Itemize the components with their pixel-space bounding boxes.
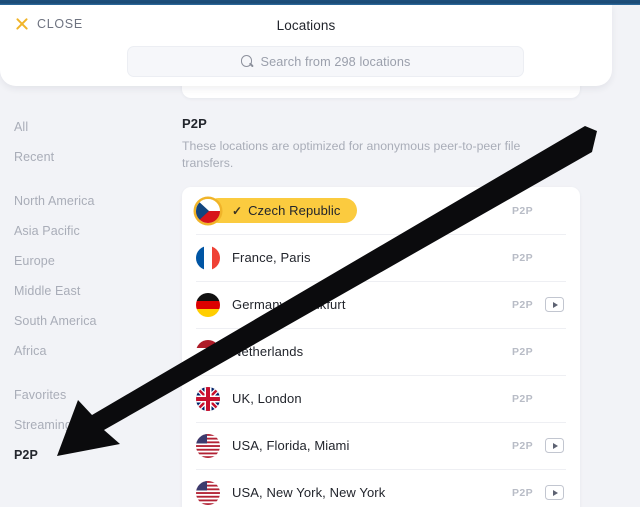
flag-germany-icon <box>196 292 220 317</box>
search-icon <box>240 55 254 68</box>
sidebar-divider-2 <box>0 366 170 380</box>
location-row-uk-london[interactable]: UK, London P2P <box>182 375 580 422</box>
locations-window: All Recent North America Asia Pacific Eu… <box>0 0 640 507</box>
sidebar-item-middle-east[interactable]: Middle East <box>0 276 170 306</box>
page-title: Locations <box>276 18 336 33</box>
location-row-czech-republic[interactable]: ✓ Czech Republic P2P <box>182 187 580 234</box>
sidebar-divider-1 <box>0 172 170 186</box>
section-description: These locations are optimized for anonym… <box>182 139 521 170</box>
streaming-icon[interactable] <box>545 485 564 500</box>
location-row-netherlands[interactable]: Netherlands P2P <box>182 328 580 375</box>
flag-usa-icon <box>196 480 220 505</box>
locations-header-panel: CLOSE Locations Search from 298 location… <box>0 4 612 86</box>
location-name: USA, New York, New York <box>232 485 386 500</box>
section-title: P2P <box>182 116 207 131</box>
locations-list-card: ✓ Czech Republic P2P France, Paris P2P G… <box>182 187 580 507</box>
sidebar-item-all[interactable]: All <box>0 112 170 142</box>
location-row-germany-frankfurt[interactable]: Germany, Frankfurt P2P <box>182 281 580 328</box>
p2p-tag: P2P <box>511 251 533 264</box>
p2p-tag: P2P <box>511 486 533 499</box>
sidebar-item-favorites[interactable]: Favorites <box>0 380 170 410</box>
sidebar-item-recent[interactable]: Recent <box>0 142 170 172</box>
location-name: Czech Republic <box>248 203 341 218</box>
window-title-bar <box>0 0 640 5</box>
location-name: Netherlands <box>232 344 304 359</box>
p2p-tag: P2P <box>511 204 533 217</box>
location-name: UK, London <box>232 391 302 406</box>
location-row-usa-new-york[interactable]: USA, New York, New York P2P <box>182 469 580 507</box>
sidebar-item-streaming[interactable]: Streaming <box>0 410 170 440</box>
category-sidebar: All Recent North America Asia Pacific Eu… <box>0 112 170 470</box>
flag-netherlands-icon <box>196 339 220 364</box>
check-icon: ✓ <box>232 203 243 218</box>
search-input[interactable]: Search from 298 locations <box>127 46 524 77</box>
sidebar-item-asia-pacific[interactable]: Asia Pacific <box>0 216 170 246</box>
selected-location-pill: ✓ Czech Republic <box>206 198 357 223</box>
flag-france-icon <box>196 245 220 270</box>
location-row-usa-florida-miami[interactable]: USA, Florida, Miami P2P <box>182 422 580 469</box>
search-placeholder: Search from 298 locations <box>260 54 411 69</box>
streaming-icon[interactable] <box>545 438 564 453</box>
location-name: USA, Florida, Miami <box>232 438 350 453</box>
p2p-tag: P2P <box>511 298 533 311</box>
location-name: Germany, Frankfurt <box>232 297 346 312</box>
sidebar-item-south-america[interactable]: South America <box>0 306 170 336</box>
section-header: P2P These locations are optimized for an… <box>182 98 580 172</box>
sidebar-item-africa[interactable]: Africa <box>0 336 170 366</box>
p2p-tag: P2P <box>511 439 533 452</box>
p2p-tag: P2P <box>511 345 533 358</box>
p2p-tag: P2P <box>511 392 533 405</box>
sidebar-item-europe[interactable]: Europe <box>0 246 170 276</box>
sidebar-item-north-america[interactable]: North America <box>0 186 170 216</box>
flag-united-kingdom-icon <box>196 386 220 411</box>
streaming-icon[interactable] <box>545 297 564 312</box>
sidebar-item-p2p[interactable]: P2P <box>0 440 170 470</box>
location-name: France, Paris <box>232 250 311 265</box>
location-row-france-paris[interactable]: France, Paris P2P <box>182 234 580 281</box>
flag-czech-republic-icon <box>196 198 220 223</box>
flag-usa-icon <box>196 433 220 458</box>
